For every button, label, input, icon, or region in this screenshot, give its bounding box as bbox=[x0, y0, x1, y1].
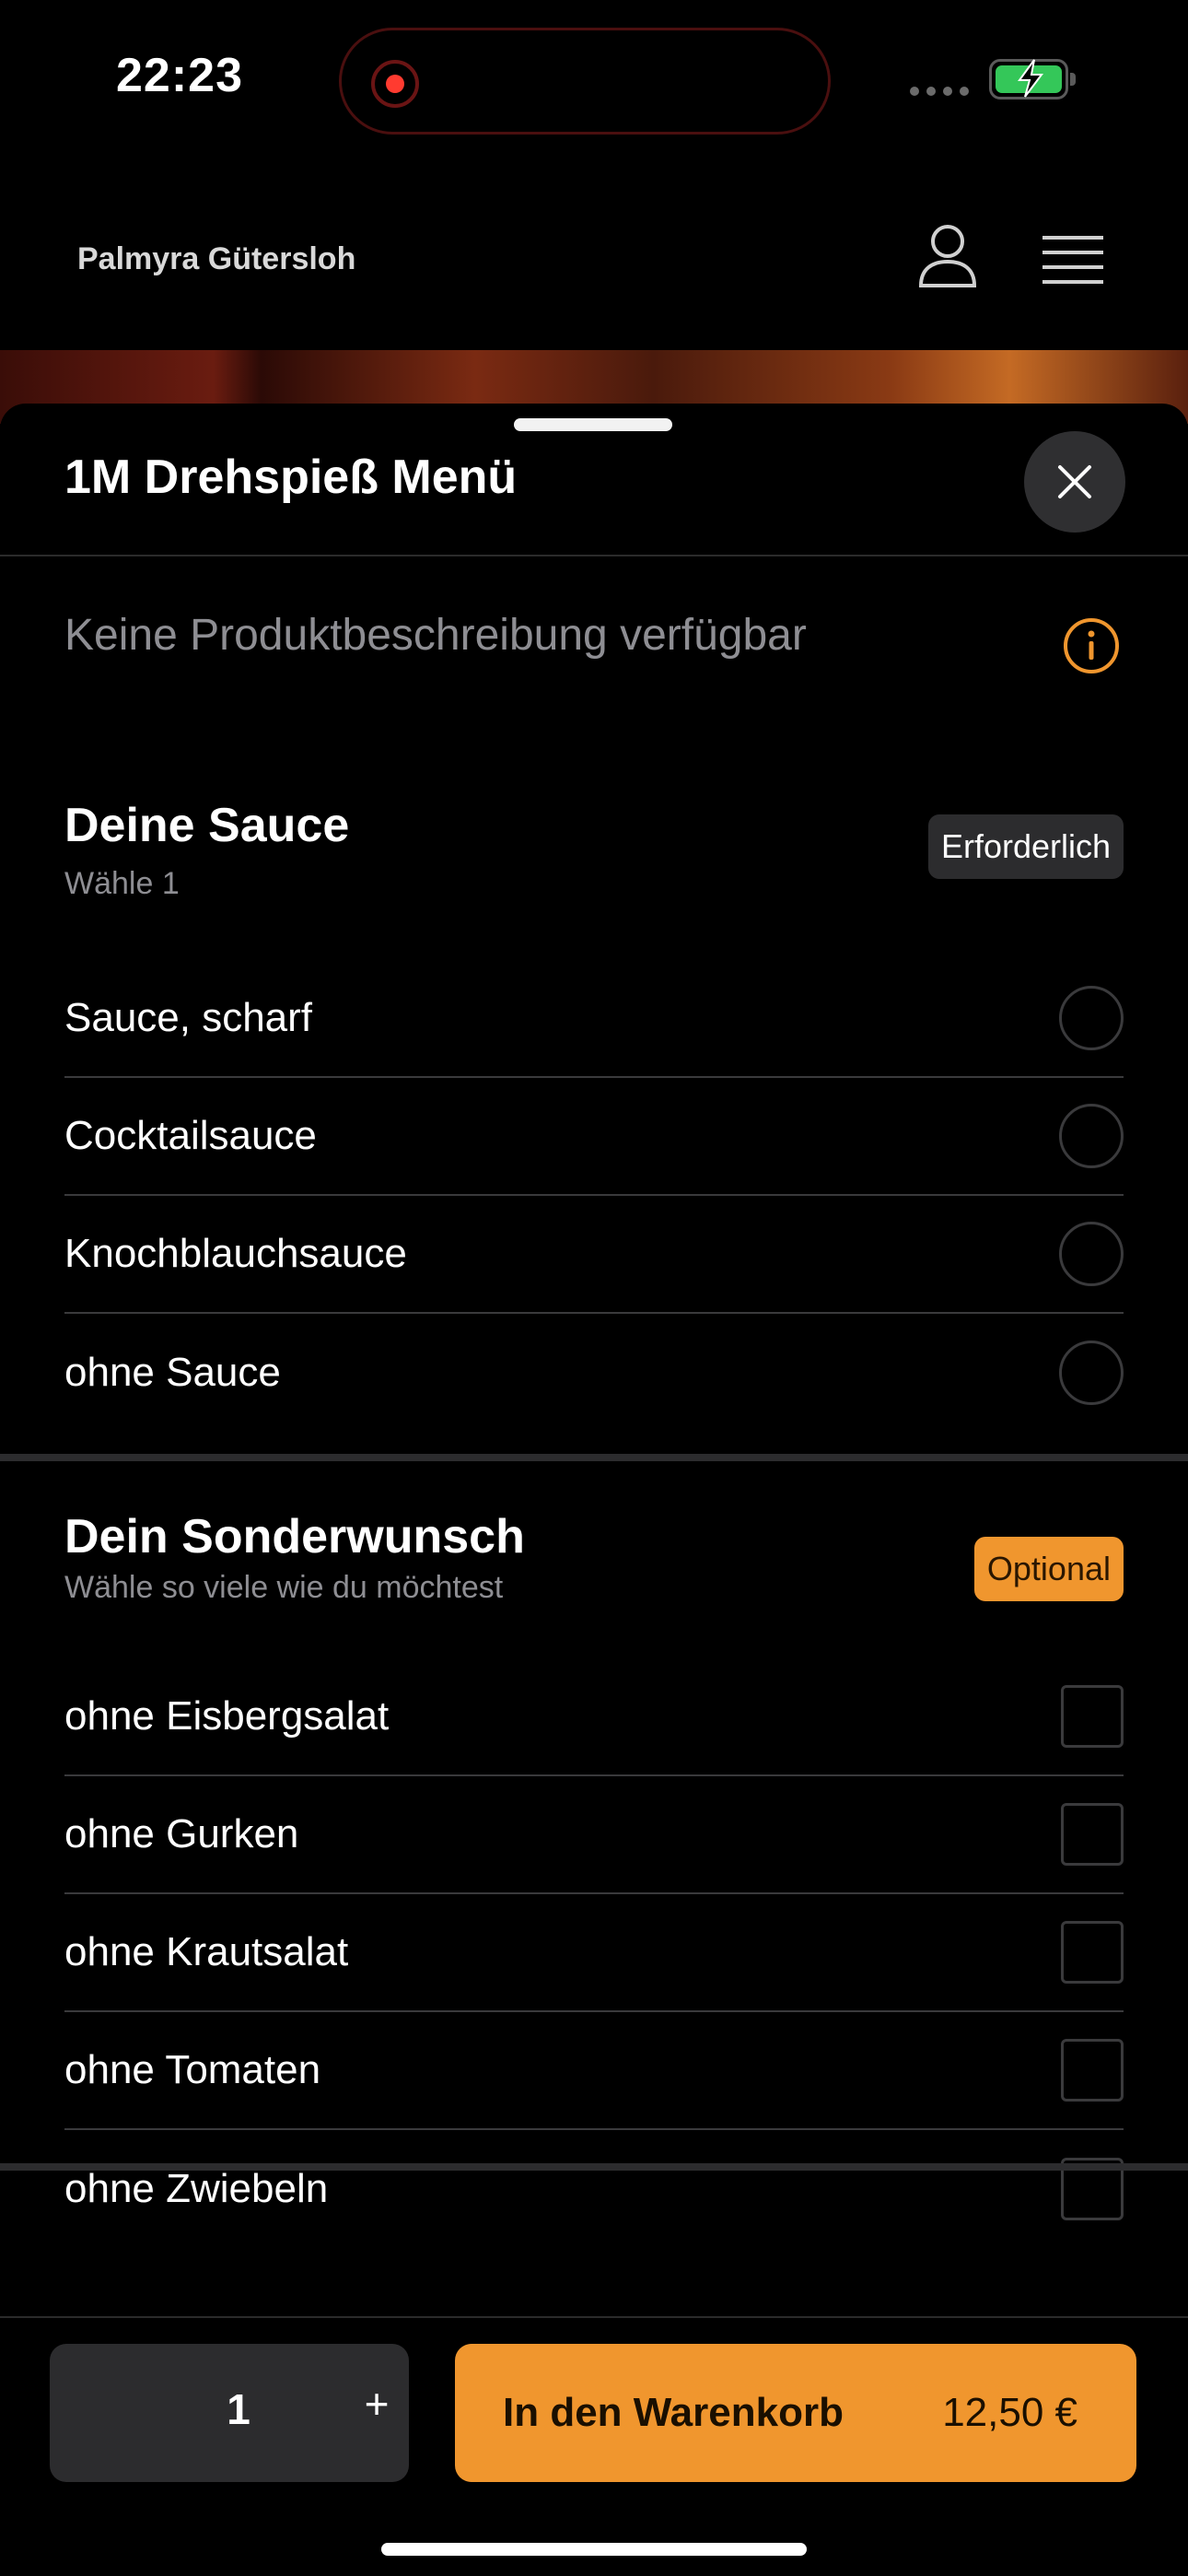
extras-group-header: Dein Sonderwunsch Wähle so viele wie du … bbox=[64, 1509, 1124, 1606]
option-label: ohne Krautsalat bbox=[64, 1929, 349, 1974]
footer-divider bbox=[0, 2316, 1188, 2318]
radio-button[interactable] bbox=[1059, 1104, 1124, 1168]
option-row[interactable]: ohne Krautsalat bbox=[64, 1894, 1124, 2012]
divider bbox=[0, 555, 1188, 556]
cellular-signal-icon bbox=[910, 87, 969, 96]
checkbox[interactable] bbox=[1061, 1685, 1124, 1748]
option-label: Cocktailsauce bbox=[64, 1113, 317, 1158]
group-title: Dein Sonderwunsch bbox=[64, 1510, 525, 1563]
battery-charging-icon bbox=[989, 59, 1076, 100]
option-row[interactable]: ohne Gurken bbox=[64, 1776, 1124, 1894]
section-divider bbox=[0, 2163, 1188, 2171]
quantity-value: 1 bbox=[227, 2385, 250, 2433]
close-button[interactable] bbox=[1024, 431, 1125, 533]
person-icon[interactable] bbox=[917, 223, 978, 289]
option-label: Sauce, scharf bbox=[64, 995, 313, 1040]
option-row[interactable]: ohne Tomaten bbox=[64, 2012, 1124, 2130]
checkbox[interactable] bbox=[1061, 1803, 1124, 1866]
option-label: ohne Sauce bbox=[64, 1350, 281, 1395]
option-row[interactable]: Knochblauchsauce bbox=[64, 1196, 1124, 1314]
add-to-cart-label: In den Warenkorb bbox=[503, 2390, 844, 2435]
info-icon[interactable] bbox=[1063, 617, 1120, 674]
product-sheet: 1M Drehspieß Menü Keine Produktbeschreib… bbox=[0, 404, 1188, 2576]
optional-badge: Optional bbox=[973, 1537, 1124, 1601]
option-label: ohne Tomaten bbox=[64, 2047, 321, 2092]
app-header: Palmyra Gütersloh bbox=[0, 184, 1188, 350]
section-divider bbox=[0, 1454, 1188, 1461]
hamburger-menu-icon[interactable] bbox=[1042, 234, 1103, 286]
radio-button[interactable] bbox=[1059, 1341, 1124, 1405]
sauce-group-header: Deine Sauce Wähle 1 Erforderlich bbox=[64, 798, 1124, 902]
checkbox[interactable] bbox=[1061, 2039, 1124, 2102]
required-badge: Erforderlich bbox=[927, 814, 1124, 879]
close-icon bbox=[1058, 465, 1091, 498]
option-label: ohne Gurken bbox=[64, 1811, 299, 1856]
option-row[interactable]: ohne Zwiebeln bbox=[64, 2130, 1124, 2248]
extras-options: ohne Eisbergsalat ohne Gurken ohne Kraut… bbox=[64, 1658, 1124, 2248]
option-row[interactable]: Cocktailsauce bbox=[64, 1078, 1124, 1196]
product-description: Keine Produktbeschreibung verfügbar bbox=[64, 611, 807, 660]
dynamic-island bbox=[339, 28, 831, 135]
restaurant-name[interactable]: Palmyra Gütersloh bbox=[77, 241, 355, 277]
add-to-cart-button[interactable]: In den Warenkorb 12,50 € bbox=[455, 2344, 1136, 2482]
option-label: ohne Zwiebeln bbox=[64, 2166, 329, 2211]
option-row[interactable]: ohne Eisbergsalat bbox=[64, 1658, 1124, 1776]
sauce-options: Sauce, scharf Cocktailsauce Knochblauchs… bbox=[64, 960, 1124, 1432]
home-indicator[interactable] bbox=[381, 2543, 807, 2556]
group-subtitle: Wähle so viele wie du möchtest bbox=[64, 1570, 504, 1605]
sheet-grabber[interactable] bbox=[514, 418, 672, 431]
plus-button[interactable]: + bbox=[363, 2379, 390, 2429]
checkbox[interactable] bbox=[1061, 1921, 1124, 1984]
option-row[interactable]: ohne Sauce bbox=[64, 1314, 1124, 1432]
option-label: Knochblauchsauce bbox=[64, 1231, 407, 1276]
radio-button[interactable] bbox=[1059, 1222, 1124, 1286]
recording-indicator-icon bbox=[371, 60, 419, 108]
quantity-stepper: 1 + bbox=[50, 2344, 409, 2482]
screen: 22:23 Palmyra Gütersloh 1M Drehspieß Men… bbox=[0, 0, 1188, 2576]
status-time: 22:23 bbox=[116, 49, 243, 102]
radio-button[interactable] bbox=[1059, 986, 1124, 1050]
option-label: ohne Eisbergsalat bbox=[64, 1693, 390, 1739]
option-row[interactable]: Sauce, scharf bbox=[64, 960, 1124, 1078]
product-title: 1M Drehspieß Menü bbox=[64, 451, 518, 504]
price-label: 12,50 € bbox=[942, 2390, 1077, 2435]
